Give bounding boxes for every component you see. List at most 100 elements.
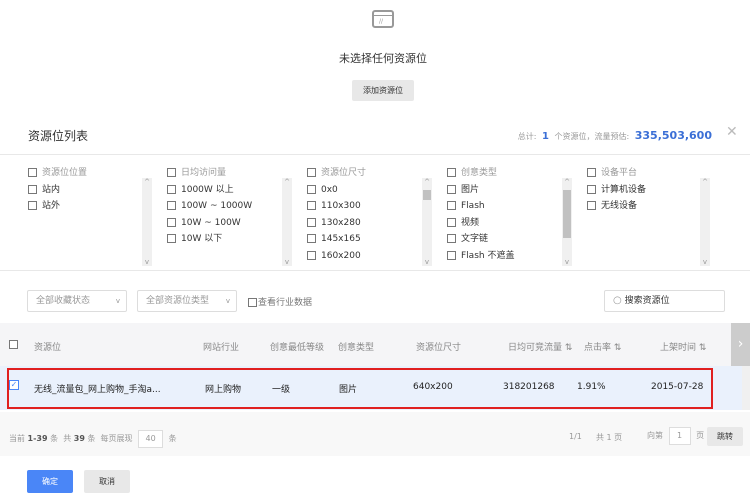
col-name: 资源位 — [34, 343, 62, 353]
filter-option[interactable]: 站外 — [28, 198, 158, 215]
filter-option[interactable]: 文字链 — [447, 231, 577, 248]
filter-option[interactable]: 145x165 — [307, 231, 437, 248]
filter-option[interactable]: 站内 — [28, 182, 158, 199]
checkbox[interactable] — [167, 234, 176, 243]
filter-option[interactable]: Flash — [447, 198, 577, 215]
checkbox[interactable] — [447, 250, 456, 260]
checkbox[interactable] — [587, 201, 596, 210]
filter-creative-type: 创意类型 图片 Flash 视频 文字链 Flash 不遮盖 — [447, 165, 577, 264]
select-all-checkbox[interactable] — [9, 340, 18, 349]
col-ctr[interactable]: 点击率 ⇅ — [584, 340, 621, 353]
filter-header[interactable]: 创意类型 — [447, 165, 577, 182]
close-icon[interactable]: ✕ — [726, 124, 738, 140]
label: 共 — [63, 434, 72, 443]
cell-level: 一级 — [272, 385, 291, 395]
per-page-input[interactable]: 40 — [138, 430, 164, 448]
sort-icon[interactable]: ⇅ — [562, 343, 573, 353]
checkbox[interactable] — [587, 184, 596, 194]
option-label: 10W ~ 100W — [181, 217, 241, 228]
cell-size: 640x200 — [413, 382, 453, 392]
filter-option[interactable]: 130x280 — [307, 215, 437, 232]
filter-header[interactable]: 日均访问量 — [167, 165, 297, 182]
label: 页 — [696, 431, 705, 440]
sort-icon[interactable]: ⇅ — [611, 343, 622, 353]
col-traffic[interactable]: 日均可竞流量 ⇅ — [508, 340, 572, 353]
option-label: 0x0 — [321, 184, 338, 195]
divider — [0, 154, 750, 155]
filter-header[interactable]: 资源位尺寸 — [307, 165, 437, 182]
filter-option[interactable]: 计算机设备 — [587, 182, 717, 199]
col-date[interactable]: 上架时间 ⇅ — [660, 340, 706, 353]
checkbox[interactable] — [307, 168, 316, 177]
jump-button[interactable]: 跳转 — [707, 427, 743, 446]
resource-type-select[interactable]: 全部资源位类型 v — [137, 290, 237, 312]
cell-name[interactable]: 无线_流量包_网上购物_手淘a... — [34, 382, 161, 395]
filter-header[interactable]: 设备平台 — [587, 165, 717, 182]
checkbox[interactable] — [307, 184, 316, 194]
cell-industry: 网上购物 — [205, 385, 242, 395]
filter-option[interactable]: 100W ~ 1000W — [167, 198, 297, 215]
option-label: 100W ~ 1000W — [181, 201, 253, 211]
checkbox[interactable] — [167, 168, 176, 177]
filter-option[interactable]: 无线设备 — [587, 198, 717, 215]
option-label: 145x165 — [321, 234, 361, 244]
add-resource-button[interactable]: 添加资源位 — [352, 80, 414, 101]
option-label: 站内 — [42, 184, 61, 195]
scrollbar[interactable]: ^ v — [700, 178, 710, 266]
checkbox[interactable] — [447, 184, 456, 194]
checkbox[interactable] — [167, 217, 176, 227]
checkbox[interactable] — [28, 184, 37, 194]
checkbox[interactable] — [447, 201, 456, 210]
filter-option[interactable]: 10W ~ 100W — [167, 215, 297, 232]
chevron-down-icon: v — [225, 297, 230, 305]
checkbox[interactable] — [587, 168, 596, 177]
checkbox[interactable] — [307, 250, 316, 260]
checkbox[interactable] — [447, 168, 456, 177]
option-label: 文字链 — [461, 234, 489, 244]
filter-option[interactable]: 110x300 — [307, 198, 437, 215]
scrollbar[interactable]: ^ v — [282, 178, 292, 266]
checkbox[interactable] — [248, 298, 257, 307]
checkbox[interactable] — [28, 201, 37, 210]
checkbox[interactable] — [28, 168, 37, 177]
option-label: 110x300 — [321, 201, 361, 211]
filter-header[interactable]: 资源位位置 — [28, 165, 158, 182]
goto-input[interactable]: 1 — [668, 427, 691, 445]
summary-count: 1 — [541, 131, 549, 142]
row-checkbox[interactable]: ✓ — [9, 380, 19, 390]
cancel-button[interactable]: 取消 — [84, 470, 130, 493]
col-size: 资源位尺寸 — [416, 343, 462, 353]
table-scrollbar[interactable] — [742, 366, 750, 410]
filter-option[interactable]: 图片 — [447, 182, 577, 199]
checkbox[interactable] — [447, 217, 456, 227]
favorite-status-select[interactable]: 全部收藏状态 v — [27, 290, 127, 312]
filter-option[interactable]: 视频 — [447, 215, 577, 232]
checkbox[interactable] — [307, 217, 316, 227]
summary-mid: 个资源位，流量预估: — [554, 132, 630, 141]
col-label: 点击率 — [584, 343, 612, 353]
checkbox[interactable] — [167, 201, 176, 210]
option-label: 无线设备 — [601, 201, 638, 211]
option-label: 视频 — [461, 217, 480, 228]
cell-traffic: 318201268 — [503, 382, 555, 392]
confirm-button[interactable]: 确定 — [27, 470, 73, 493]
filter-option[interactable]: 1000W 以上 — [167, 182, 297, 199]
checkbox[interactable] — [307, 201, 316, 210]
checkbox[interactable] — [307, 234, 316, 243]
filter-option[interactable]: 10W 以下 — [167, 231, 297, 248]
scrollbar[interactable]: ^ v — [422, 178, 432, 266]
industry-data-checkbox[interactable]: 查看行业数据 — [248, 295, 312, 308]
filter-option[interactable]: 0x0 — [307, 182, 437, 199]
empty-message: 未选择任何资源位 — [339, 52, 427, 65]
scroll-right-button[interactable]: › — [731, 323, 750, 366]
scrollbar[interactable]: ^ v — [142, 178, 152, 266]
option-label: 160x200 — [321, 250, 361, 261]
range: 1-39 — [27, 434, 48, 443]
sort-icon[interactable]: ⇅ — [696, 343, 707, 353]
scrollbar[interactable]: ^ v — [562, 178, 572, 266]
pagination-info: 当前 1-39 条 共 39 条 每页展现 40 条 — [9, 430, 177, 448]
summary: 总计: 1 个资源位，流量预估: 335,503,600 — [518, 129, 712, 142]
checkbox[interactable] — [167, 184, 176, 194]
search-input[interactable]: ○ 搜索资源位 — [604, 290, 725, 312]
checkbox[interactable] — [447, 234, 456, 243]
